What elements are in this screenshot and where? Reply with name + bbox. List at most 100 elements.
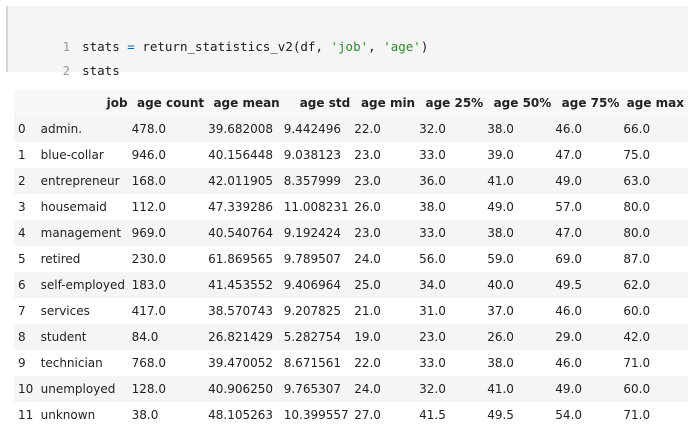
table-cell: 54.0: [555, 408, 583, 422]
table-row: 3 housemaid 112.0 47.339286 11.008231 26.0 38.…: [14, 194, 688, 220]
table-cell: 71.0: [623, 356, 651, 370]
table-cell: 69.0: [555, 252, 583, 266]
table-cell: 478.0: [131, 122, 166, 136]
table-cell: 23.0: [354, 148, 381, 162]
table-cell: 63.0: [623, 174, 651, 188]
table-row: 9 technician 768.0 39.470052 8.671561 22.0 33.…: [14, 350, 688, 376]
table-cell: 26.0: [354, 200, 381, 214]
table-cell: 40.906250: [208, 382, 274, 396]
table-cell: technician: [40, 356, 103, 370]
table-cell: 26.821429: [208, 330, 274, 344]
column-header: age 50%: [487, 90, 556, 116]
table-cell: 168.0: [131, 174, 166, 188]
table-cell: 946.0: [131, 148, 166, 162]
table-cell: 60.0: [623, 304, 651, 318]
table-cell: 32.0: [419, 122, 446, 136]
table-cell: 59.0: [487, 252, 514, 266]
table-cell: 39.470052: [208, 356, 274, 370]
table-cell: 49.0: [487, 200, 514, 214]
column-header: age min: [354, 90, 420, 116]
table-cell: 40.540764: [208, 226, 274, 240]
code-arg-df: df: [300, 39, 316, 54]
table-cell: 87.0: [623, 252, 651, 266]
row-index: 7: [18, 304, 26, 318]
column-header: age mean: [208, 90, 284, 116]
table-cell: 9.406964: [283, 278, 341, 292]
table-row: 11 unknown 38.0 48.105263 10.399557 27.0 41.5 4…: [14, 402, 688, 428]
table-row: 6 self-employed 183.0 41.453552 9.406964 25.0…: [14, 272, 688, 298]
table-cell: 5.282754: [283, 330, 341, 344]
table-cell: 38.0: [487, 122, 514, 136]
table-cell: 49.0: [555, 174, 583, 188]
code-string-age: 'age': [383, 39, 421, 54]
code-cell[interactable]: 1 stats = return_statistics_v2(df, 'job',…: [6, 6, 688, 78]
table-cell: 26.0: [487, 330, 514, 344]
table-cell: 19.0: [354, 330, 381, 344]
table-cell: 25.0: [354, 278, 381, 292]
table-row: 5 retired 230.0 61.869565 9.789507 24.0 56.0 59…: [14, 246, 688, 272]
table-row: 7 services 417.0 38.570743 9.207825 21.0 31.0 3…: [14, 298, 688, 324]
table-cell: 38.0: [487, 356, 514, 370]
table-cell: 24.0: [354, 382, 381, 396]
table-cell: unknown: [40, 408, 96, 422]
table-cell: 768.0: [131, 356, 166, 370]
table-cell: student: [40, 330, 87, 344]
table-cell: 47.0: [555, 226, 583, 240]
table-cell: 29.0: [555, 330, 583, 344]
stats-table: job age count age mean age std age min a…: [14, 90, 688, 428]
index-header: [14, 90, 41, 116]
table-cell: 9.207825: [283, 304, 341, 318]
code-assign-operator: =: [119, 39, 143, 54]
code-comma: ,: [368, 39, 384, 54]
table-cell: retired: [40, 252, 81, 266]
table-cell: 46.0: [555, 304, 583, 318]
table-cell: admin.: [40, 122, 83, 136]
table-cell: entrepreneur: [40, 174, 120, 188]
table-cell: 57.0: [555, 200, 583, 214]
table-cell: 71.0: [623, 408, 651, 422]
table-cell: 8.357999: [283, 174, 341, 188]
table-cell: 62.0: [623, 278, 651, 292]
table-cell: 75.0: [623, 148, 651, 162]
table-cell: 8.671561: [283, 356, 341, 370]
table-cell: 230.0: [131, 252, 166, 266]
row-index: 10: [18, 382, 34, 396]
table-cell: 10.399557: [283, 408, 349, 422]
table-cell: 9.442496: [283, 122, 341, 136]
row-index: 6: [18, 278, 26, 292]
table-cell: blue-collar: [40, 148, 104, 162]
table-cell: unemployed: [40, 382, 116, 396]
table-cell: 46.0: [555, 122, 583, 136]
column-header: age count: [131, 90, 209, 116]
table-cell: 27.0: [354, 408, 381, 422]
table-cell: 41.0: [487, 382, 514, 396]
table-cell: 41.453552: [208, 278, 274, 292]
table-cell: 969.0: [131, 226, 166, 240]
code-function-name: return_statistics_v2: [142, 39, 293, 54]
column-header: age max: [623, 90, 688, 116]
table-row: 1 blue-collar 946.0 40.156448 9.038123 23.0 33…: [14, 142, 688, 168]
table-cell: self-employed: [40, 278, 125, 292]
table-cell: 22.0: [354, 122, 381, 136]
table-cell: 49.0: [555, 382, 583, 396]
table-cell: 42.0: [623, 330, 651, 344]
table-cell: 47.0: [555, 148, 583, 162]
table-cell: housemaid: [40, 200, 107, 214]
column-header: age std: [283, 90, 355, 116]
table-cell: 38.0: [487, 226, 514, 240]
row-index: 5: [18, 252, 26, 266]
code-string-job: 'job': [330, 39, 369, 54]
table-cell: 23.0: [419, 330, 446, 344]
table-cell: 21.0: [354, 304, 381, 318]
table-cell: 41.5: [419, 408, 446, 422]
table-row: 10 unemployed 128.0 40.906250 9.765307 24.0 32…: [14, 376, 688, 402]
code-line-1[interactable]: 1 stats = return_statistics_v2(df, 'job',…: [8, 14, 429, 54]
table-cell: 47.339286: [208, 200, 274, 214]
table-cell: 128.0: [131, 382, 166, 396]
table-cell: 183.0: [131, 278, 166, 292]
table-cell: 38.0: [131, 408, 159, 422]
row-index: 2: [18, 174, 26, 188]
table-cell: 34.0: [419, 278, 446, 292]
table-cell: 33.0: [419, 148, 446, 162]
code-line-2[interactable]: 2 stats: [8, 38, 120, 78]
